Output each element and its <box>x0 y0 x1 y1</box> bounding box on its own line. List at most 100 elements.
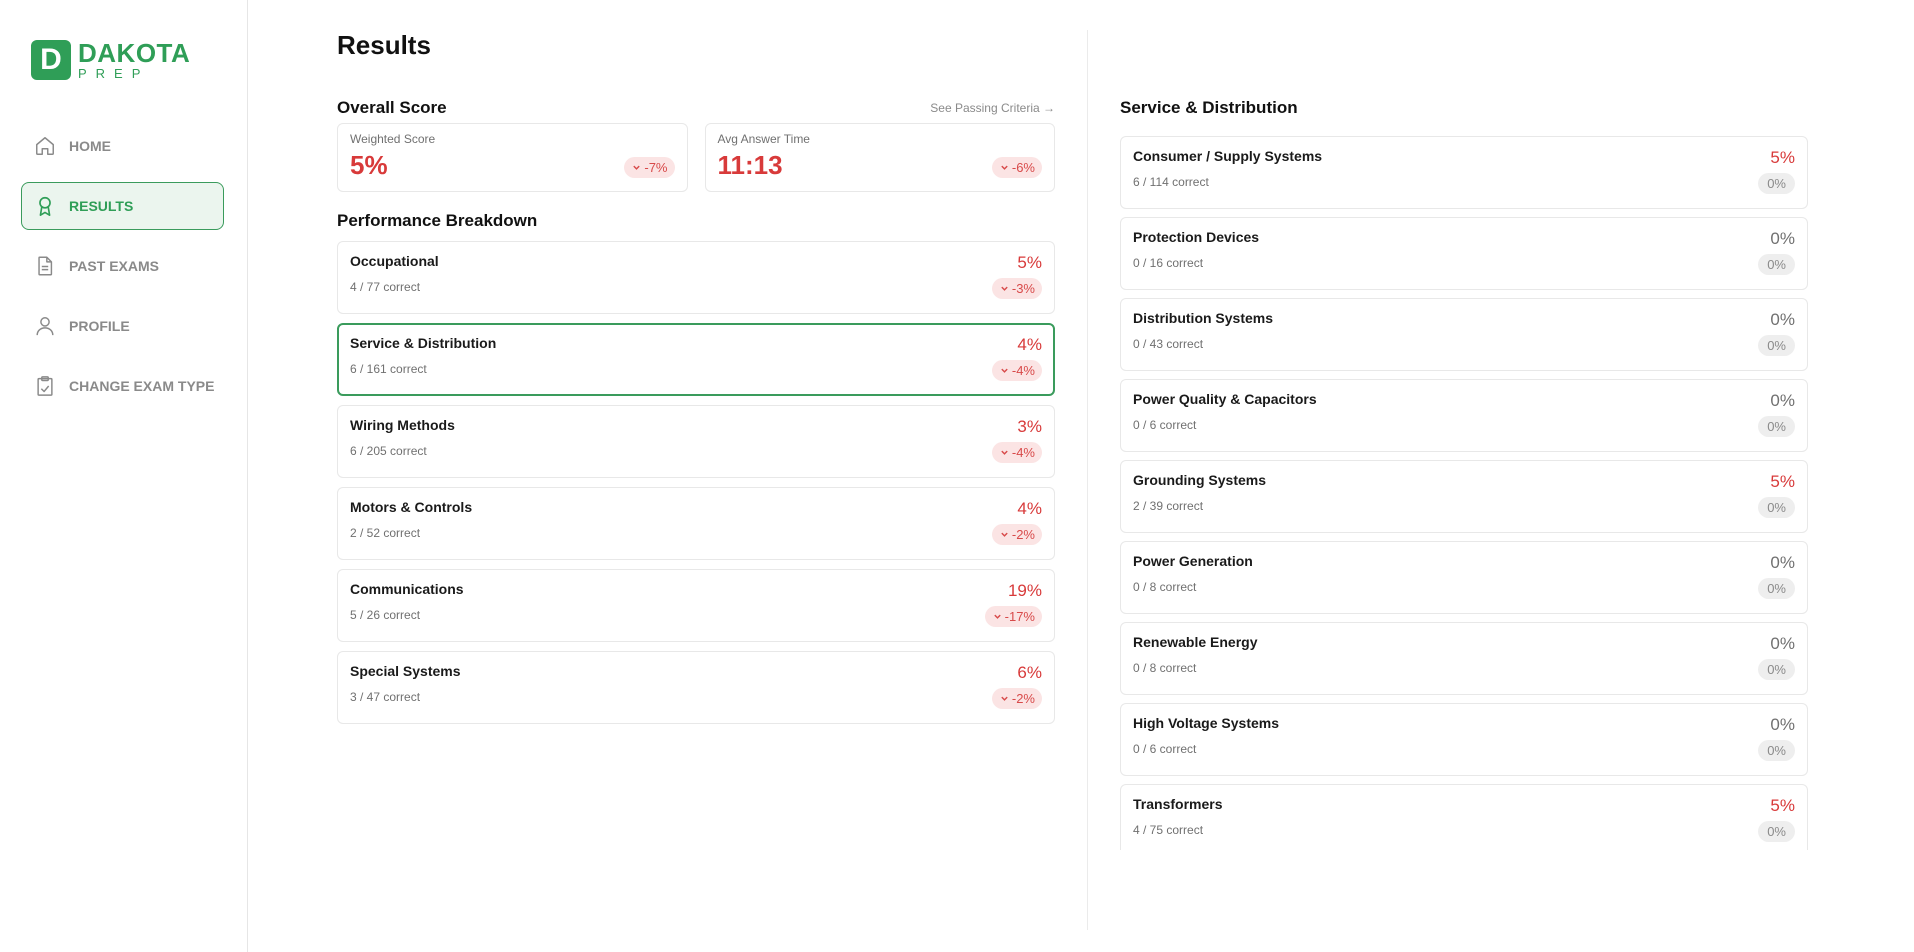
avg-time-card: Avg Answer Time 11:13 -6% <box>704 123 1055 192</box>
subcategory-percent: 5% <box>1770 472 1795 491</box>
award-icon <box>34 194 56 218</box>
subcategory-card: Consumer / Supply Systems 6 / 114 correc… <box>1120 136 1808 209</box>
overall-score-header: Overall Score See Passing Criteria → <box>337 98 1055 118</box>
subcategory-percent: 0% <box>1770 634 1795 653</box>
performance-breakdown-list: Occupational 4 / 77 correct 5% -3% Servi… <box>337 241 1055 733</box>
subcategory-percent: 5% <box>1770 796 1795 815</box>
category-percent: 4% <box>1017 499 1042 518</box>
chevron-down-icon <box>1001 286 1008 291</box>
category-correct: 6 / 205 correct <box>350 444 427 458</box>
change-badge: 0% <box>1758 821 1795 842</box>
category-name: Occupational <box>350 253 439 269</box>
sidebar-item-label: PROFILE <box>69 318 130 334</box>
subcategory-card: Power Quality & Capacitors 0 / 6 correct… <box>1120 379 1808 452</box>
sidebar-item-change-exam-type[interactable]: CHANGE EXAM TYPE <box>21 362 224 410</box>
change-badge: 0% <box>1758 740 1795 761</box>
category-correct: 5 / 26 correct <box>350 608 421 622</box>
subcategory-card: Distribution Systems 0 / 43 correct 0% 0… <box>1120 298 1808 371</box>
category-name: Special Systems <box>350 663 461 679</box>
subcategory-correct: 0 / 6 correct <box>1133 418 1197 432</box>
change-value: -3% <box>1011 281 1035 296</box>
category-name: Service & Distribution <box>350 335 497 351</box>
category-card-motors-controls[interactable]: Motors & Controls 2 / 52 correct 4% -2% <box>337 487 1055 560</box>
category-percent: 4% <box>1017 335 1042 354</box>
change-badge: -2% <box>991 688 1042 709</box>
category-name: Wiring Methods <box>350 417 455 433</box>
change-badge: 0% <box>1758 173 1795 194</box>
category-correct: 6 / 161 correct <box>350 362 427 376</box>
subcategory-name: Grounding Systems <box>1133 472 1267 488</box>
change-badge: 0% <box>1758 416 1795 437</box>
subcategory-list[interactable]: Consumer / Supply Systems 6 / 114 correc… <box>1120 136 1808 850</box>
subcategory-correct: 6 / 114 correct <box>1133 175 1209 189</box>
subcategory-card: Renewable Energy 0 / 8 correct 0% 0% <box>1120 622 1808 695</box>
subcategory-name: Protection Devices <box>1133 229 1260 245</box>
change-badge: 0% <box>1758 335 1795 356</box>
change-value: -2% <box>1011 691 1035 706</box>
sidebar-item-label: HOME <box>69 138 111 154</box>
change-value: -2% <box>1011 527 1035 542</box>
category-card-occupational[interactable]: Occupational 4 / 77 correct 5% -3% <box>337 241 1055 314</box>
change-badge: -17% <box>984 606 1042 627</box>
category-card-communications[interactable]: Communications 5 / 26 correct 19% -17% <box>337 569 1055 642</box>
change-badge: -4% <box>991 360 1042 381</box>
category-percent: 3% <box>1017 417 1042 436</box>
category-card-service-distribution[interactable]: Service & Distribution 6 / 161 correct 4… <box>337 323 1055 396</box>
column-divider <box>1087 30 1088 930</box>
subcategory-name: Consumer / Supply Systems <box>1133 148 1323 164</box>
subcategory-card: High Voltage Systems 0 / 6 correct 0% 0% <box>1120 703 1808 776</box>
user-icon <box>34 314 56 338</box>
sidebar: D DAKOTA PREP HOME RESULTS PAST EXAMS PR… <box>0 0 248 952</box>
logo[interactable]: D DAKOTA PREP <box>31 40 190 80</box>
sidebar-item-home[interactable]: HOME <box>21 122 224 170</box>
subcategory-card: Transformers 4 / 75 correct 5% 0% <box>1120 784 1808 850</box>
logo-sub: PREP <box>78 66 150 81</box>
clipboard-icon <box>34 374 56 398</box>
document-icon <box>34 254 56 278</box>
category-percent: 6% <box>1017 663 1042 682</box>
sidebar-item-profile[interactable]: PROFILE <box>21 302 224 350</box>
subcategory-name: Renewable Energy <box>1133 634 1258 650</box>
subcategory-correct: 4 / 75 correct <box>1133 823 1204 837</box>
passing-criteria-link[interactable]: See Passing Criteria → <box>930 101 1055 115</box>
change-badge: -6% <box>991 157 1042 178</box>
category-correct: 4 / 77 correct <box>350 280 421 294</box>
sidebar-item-results[interactable]: RESULTS <box>21 182 224 230</box>
subcategory-name: High Voltage Systems <box>1133 715 1280 731</box>
weighted-score-label: Weighted Score <box>350 132 436 146</box>
subcategory-percent: 0% <box>1770 310 1795 329</box>
change-value: -17% <box>1004 609 1035 624</box>
chevron-down-icon <box>1001 532 1008 537</box>
home-icon <box>34 134 56 158</box>
change-value: -7% <box>644 160 668 175</box>
category-name: Motors & Controls <box>350 499 473 515</box>
weighted-score-card: Weighted Score 5% -7% <box>337 123 688 192</box>
chevron-down-icon <box>633 165 641 170</box>
chevron-down-icon <box>993 614 1001 619</box>
subcategory-card: Protection Devices 0 / 16 correct 0% 0% <box>1120 217 1808 290</box>
avg-time-label: Avg Answer Time <box>717 132 810 146</box>
subcategory-name: Distribution Systems <box>1133 310 1274 326</box>
change-badge: -3% <box>991 278 1042 299</box>
page-title: Results <box>337 30 431 60</box>
change-badge: 0% <box>1758 497 1795 518</box>
subcategory-correct: 0 / 16 correct <box>1133 256 1204 270</box>
change-badge: -7% <box>624 157 675 178</box>
score-cards: Weighted Score 5% -7% Avg Answer Time 11… <box>337 123 1055 192</box>
subcategory-name: Power Quality & Capacitors <box>1133 391 1317 407</box>
category-percent: 5% <box>1017 253 1042 272</box>
category-percent: 19% <box>1007 581 1042 600</box>
category-card-special-systems[interactable]: Special Systems 3 / 47 correct 6% -2% <box>337 651 1055 724</box>
chevron-down-icon <box>1001 696 1008 701</box>
performance-breakdown-title: Performance Breakdown <box>337 211 538 230</box>
subcategory-percent: 0% <box>1770 391 1795 410</box>
chevron-down-icon <box>1001 368 1008 373</box>
category-correct: 2 / 52 correct <box>350 526 421 540</box>
category-card-wiring-methods[interactable]: Wiring Methods 6 / 205 correct 3% -4% <box>337 405 1055 478</box>
subcategory-card: Power Generation 0 / 8 correct 0% 0% <box>1120 541 1808 614</box>
subcategory-percent: 0% <box>1770 553 1795 572</box>
change-value: -6% <box>1011 160 1035 175</box>
subcategory-percent: 0% <box>1770 229 1795 248</box>
subcategory-correct: 0 / 8 correct <box>1133 580 1197 594</box>
sidebar-item-past-exams[interactable]: PAST EXAMS <box>21 242 224 290</box>
